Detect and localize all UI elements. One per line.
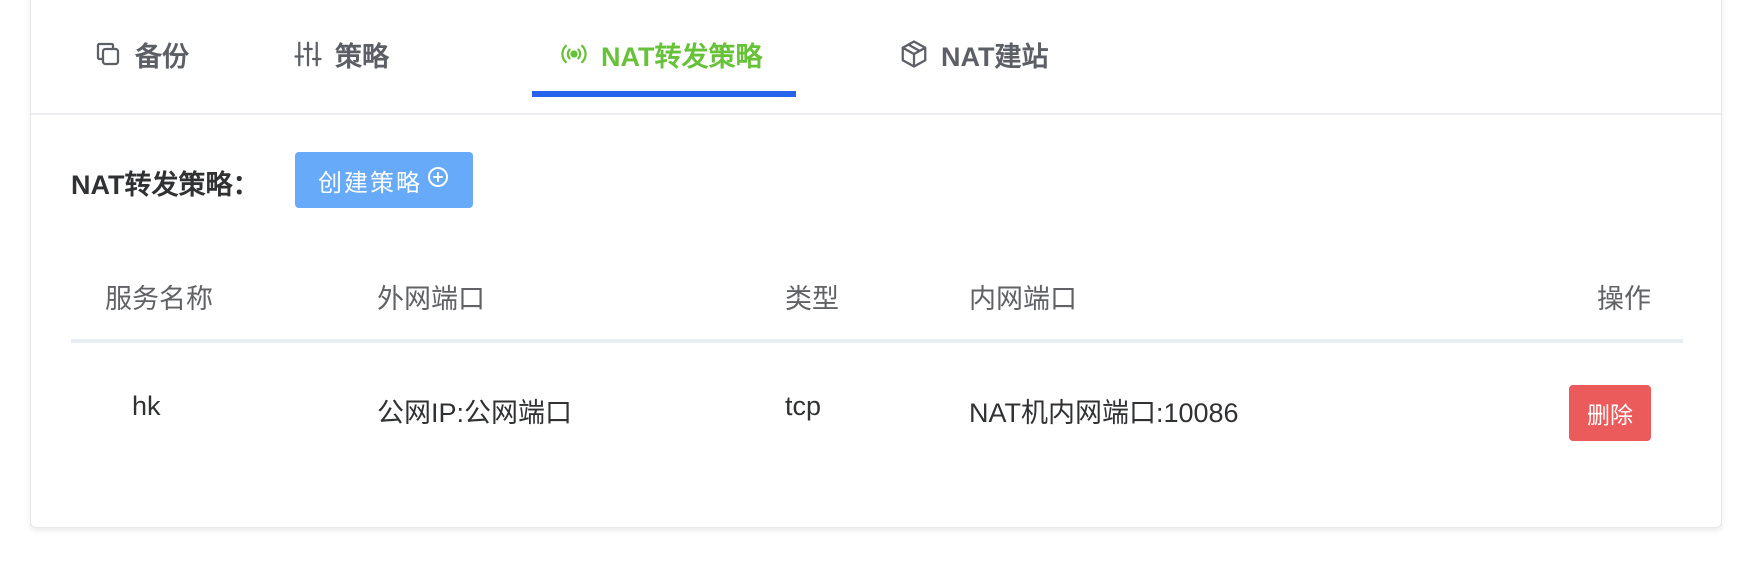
box-icon	[899, 39, 929, 69]
nat-policy-card: 备份 策略 NAT转发策略 NAT建站 NAT转发策略： 创建策略 服务名称 外…	[30, 0, 1722, 528]
copy-icon	[93, 39, 123, 69]
table-row: hk 公网IP:公网端口 tcp NAT机内网端口:10086 删除	[71, 343, 1683, 483]
tab-backup[interactable]: 备份	[93, 29, 189, 79]
header-service-name: 服务名称	[105, 284, 213, 314]
tab-nat-site[interactable]: NAT建站	[899, 29, 1049, 79]
policy-table: 服务名称 外网端口 类型 内网端口 操作 hk 公网IP:公网端口 tcp NA…	[71, 243, 1683, 483]
header-action: 操作	[1597, 284, 1651, 314]
tab-label: 备份	[135, 41, 189, 72]
cell-external-port: 公网IP:公网端口	[377, 398, 573, 428]
cell-internal-port: NAT机内网端口:10086	[969, 398, 1239, 428]
tab-policy[interactable]: 策略	[293, 29, 389, 79]
tab-bar: 备份 策略 NAT转发策略 NAT建站	[31, 0, 1721, 115]
section-label: NAT转发策略：	[71, 170, 260, 200]
header-internal-port: 内网端口	[969, 284, 1077, 314]
cell-type: tcp	[785, 391, 822, 421]
active-tab-indicator	[532, 91, 796, 97]
tab-label: 策略	[335, 41, 389, 72]
sliders-icon	[293, 39, 323, 69]
tab-label: NAT建站	[941, 41, 1049, 72]
create-policy-button[interactable]: 创建策略	[295, 152, 473, 208]
delete-button[interactable]: 删除	[1569, 385, 1651, 441]
header-type: 类型	[785, 284, 839, 314]
broadcast-icon	[559, 39, 589, 69]
plus-circle-icon	[422, 165, 450, 196]
header-external-port: 外网端口	[377, 284, 485, 314]
table-header: 服务名称 外网端口 类型 内网端口 操作	[71, 243, 1683, 343]
tab-label: NAT转发策略	[601, 41, 763, 72]
create-policy-label: 创建策略	[318, 169, 422, 197]
tab-nat-forwarding[interactable]: NAT转发策略	[559, 29, 763, 79]
cell-service-name: hk	[132, 391, 161, 421]
